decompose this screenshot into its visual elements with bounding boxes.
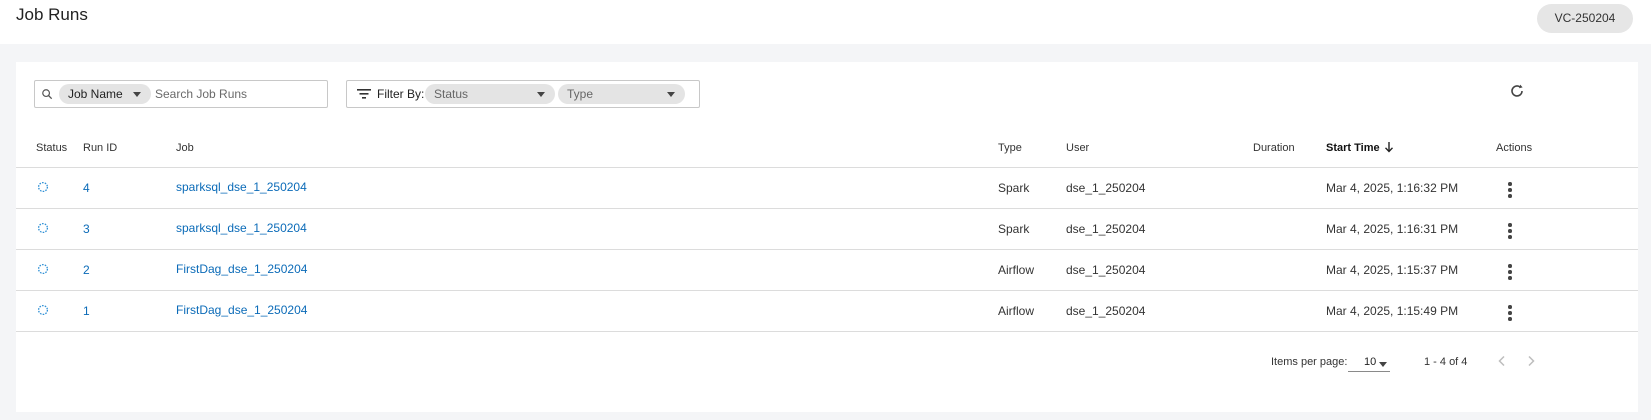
- table-row: 1 FirstDag_dse_1_250204 Airflow dse_1_25…: [16, 291, 1638, 332]
- chevron-down-icon: [133, 92, 141, 97]
- items-per-page-select[interactable]: 10: [1348, 352, 1390, 372]
- status-filter-placeholder: Status: [434, 87, 469, 101]
- more-vert-icon[interactable]: [1508, 264, 1512, 280]
- more-vert-icon[interactable]: [1508, 223, 1512, 239]
- job-user: dse_1_250204: [1066, 263, 1146, 277]
- virtual-cluster-badge[interactable]: VC-250204: [1537, 4, 1633, 33]
- filter-label: Filter By:: [377, 87, 425, 101]
- arrow-down-icon: [1384, 142, 1394, 153]
- top-bar: Job Runs VC-250204: [0, 0, 1651, 44]
- job-user: dse_1_250204: [1066, 222, 1146, 236]
- column-header-user[interactable]: User: [1066, 142, 1089, 154]
- start-time: Mar 4, 2025, 1:16:32 PM: [1326, 181, 1459, 195]
- job-user: dse_1_250204: [1066, 304, 1146, 318]
- column-header-actions: Actions: [1496, 142, 1533, 154]
- table-header: Status Run ID Job Type User Duration Sta…: [16, 128, 1638, 168]
- chevron-down-icon: [667, 92, 675, 97]
- filter-bar: Filter By: Status Type: [346, 80, 700, 108]
- spinner-icon: [37, 181, 49, 193]
- pagination-range: 1 - 4 of 4: [1424, 356, 1468, 368]
- more-vert-icon[interactable]: [1508, 182, 1512, 198]
- items-per-page-label: Items per page:: [1271, 356, 1348, 368]
- chevron-down-icon: [1379, 362, 1387, 367]
- chevron-left-icon[interactable]: [1496, 355, 1508, 367]
- job-user: dse_1_250204: [1066, 181, 1146, 195]
- status-filter-select[interactable]: Status: [425, 84, 555, 104]
- run-id-link[interactable]: 3: [83, 222, 90, 236]
- column-header-run-id[interactable]: Run ID: [83, 142, 117, 154]
- column-header-status: Status: [36, 142, 68, 154]
- search-field-select[interactable]: Job Name: [59, 84, 151, 104]
- search-field-label: Job Name: [68, 87, 123, 101]
- type-filter-select[interactable]: Type: [558, 84, 685, 104]
- type-filter-placeholder: Type: [567, 87, 594, 101]
- job-name-link[interactable]: FirstDag_dse_1_250204: [176, 303, 307, 317]
- spinner-icon: [37, 304, 49, 316]
- run-id-link[interactable]: 1: [83, 304, 90, 318]
- job-type: Spark: [998, 181, 1030, 195]
- filter-list-icon: [357, 89, 371, 99]
- job-name-link[interactable]: FirstDag_dse_1_250204: [176, 262, 307, 276]
- column-header-job[interactable]: Job: [176, 142, 194, 154]
- run-id-link[interactable]: 4: [83, 181, 90, 195]
- search-input[interactable]: [155, 84, 320, 104]
- job-type: Airflow: [998, 263, 1035, 277]
- items-per-page-value: 10: [1364, 356, 1377, 368]
- search-icon: [42, 89, 53, 100]
- table-row: 4 sparksql_dse_1_250204 Spark dse_1_2502…: [16, 168, 1638, 209]
- start-time: Mar 4, 2025, 1:15:37 PM: [1326, 263, 1459, 277]
- more-vert-icon[interactable]: [1508, 305, 1512, 321]
- refresh-icon[interactable]: [1508, 82, 1526, 100]
- search-bar: Job Name: [34, 80, 328, 108]
- job-name-link[interactable]: sparksql_dse_1_250204: [176, 221, 307, 235]
- chevron-right-icon[interactable]: [1525, 355, 1537, 367]
- job-runs-card: Job Name Filter By: Status Type Status R…: [16, 62, 1638, 412]
- start-time: Mar 4, 2025, 1:16:31 PM: [1326, 222, 1459, 236]
- chevron-down-icon: [537, 92, 545, 97]
- table-row: 3 sparksql_dse_1_250204 Spark dse_1_2502…: [16, 209, 1638, 250]
- job-type: Spark: [998, 222, 1030, 236]
- job-name-link[interactable]: sparksql_dse_1_250204: [176, 180, 307, 194]
- spinner-icon: [37, 263, 49, 275]
- table-row: 2 FirstDag_dse_1_250204 Airflow dse_1_25…: [16, 250, 1638, 291]
- column-header-duration[interactable]: Duration: [1253, 142, 1295, 154]
- start-time: Mar 4, 2025, 1:15:49 PM: [1326, 304, 1459, 318]
- run-id-link[interactable]: 2: [83, 263, 90, 277]
- column-header-start-time[interactable]: Start Time: [1326, 142, 1380, 154]
- column-header-type[interactable]: Type: [998, 142, 1022, 154]
- job-type: Airflow: [998, 304, 1035, 318]
- spinner-icon: [37, 222, 49, 234]
- page-title: Job Runs: [16, 5, 88, 24]
